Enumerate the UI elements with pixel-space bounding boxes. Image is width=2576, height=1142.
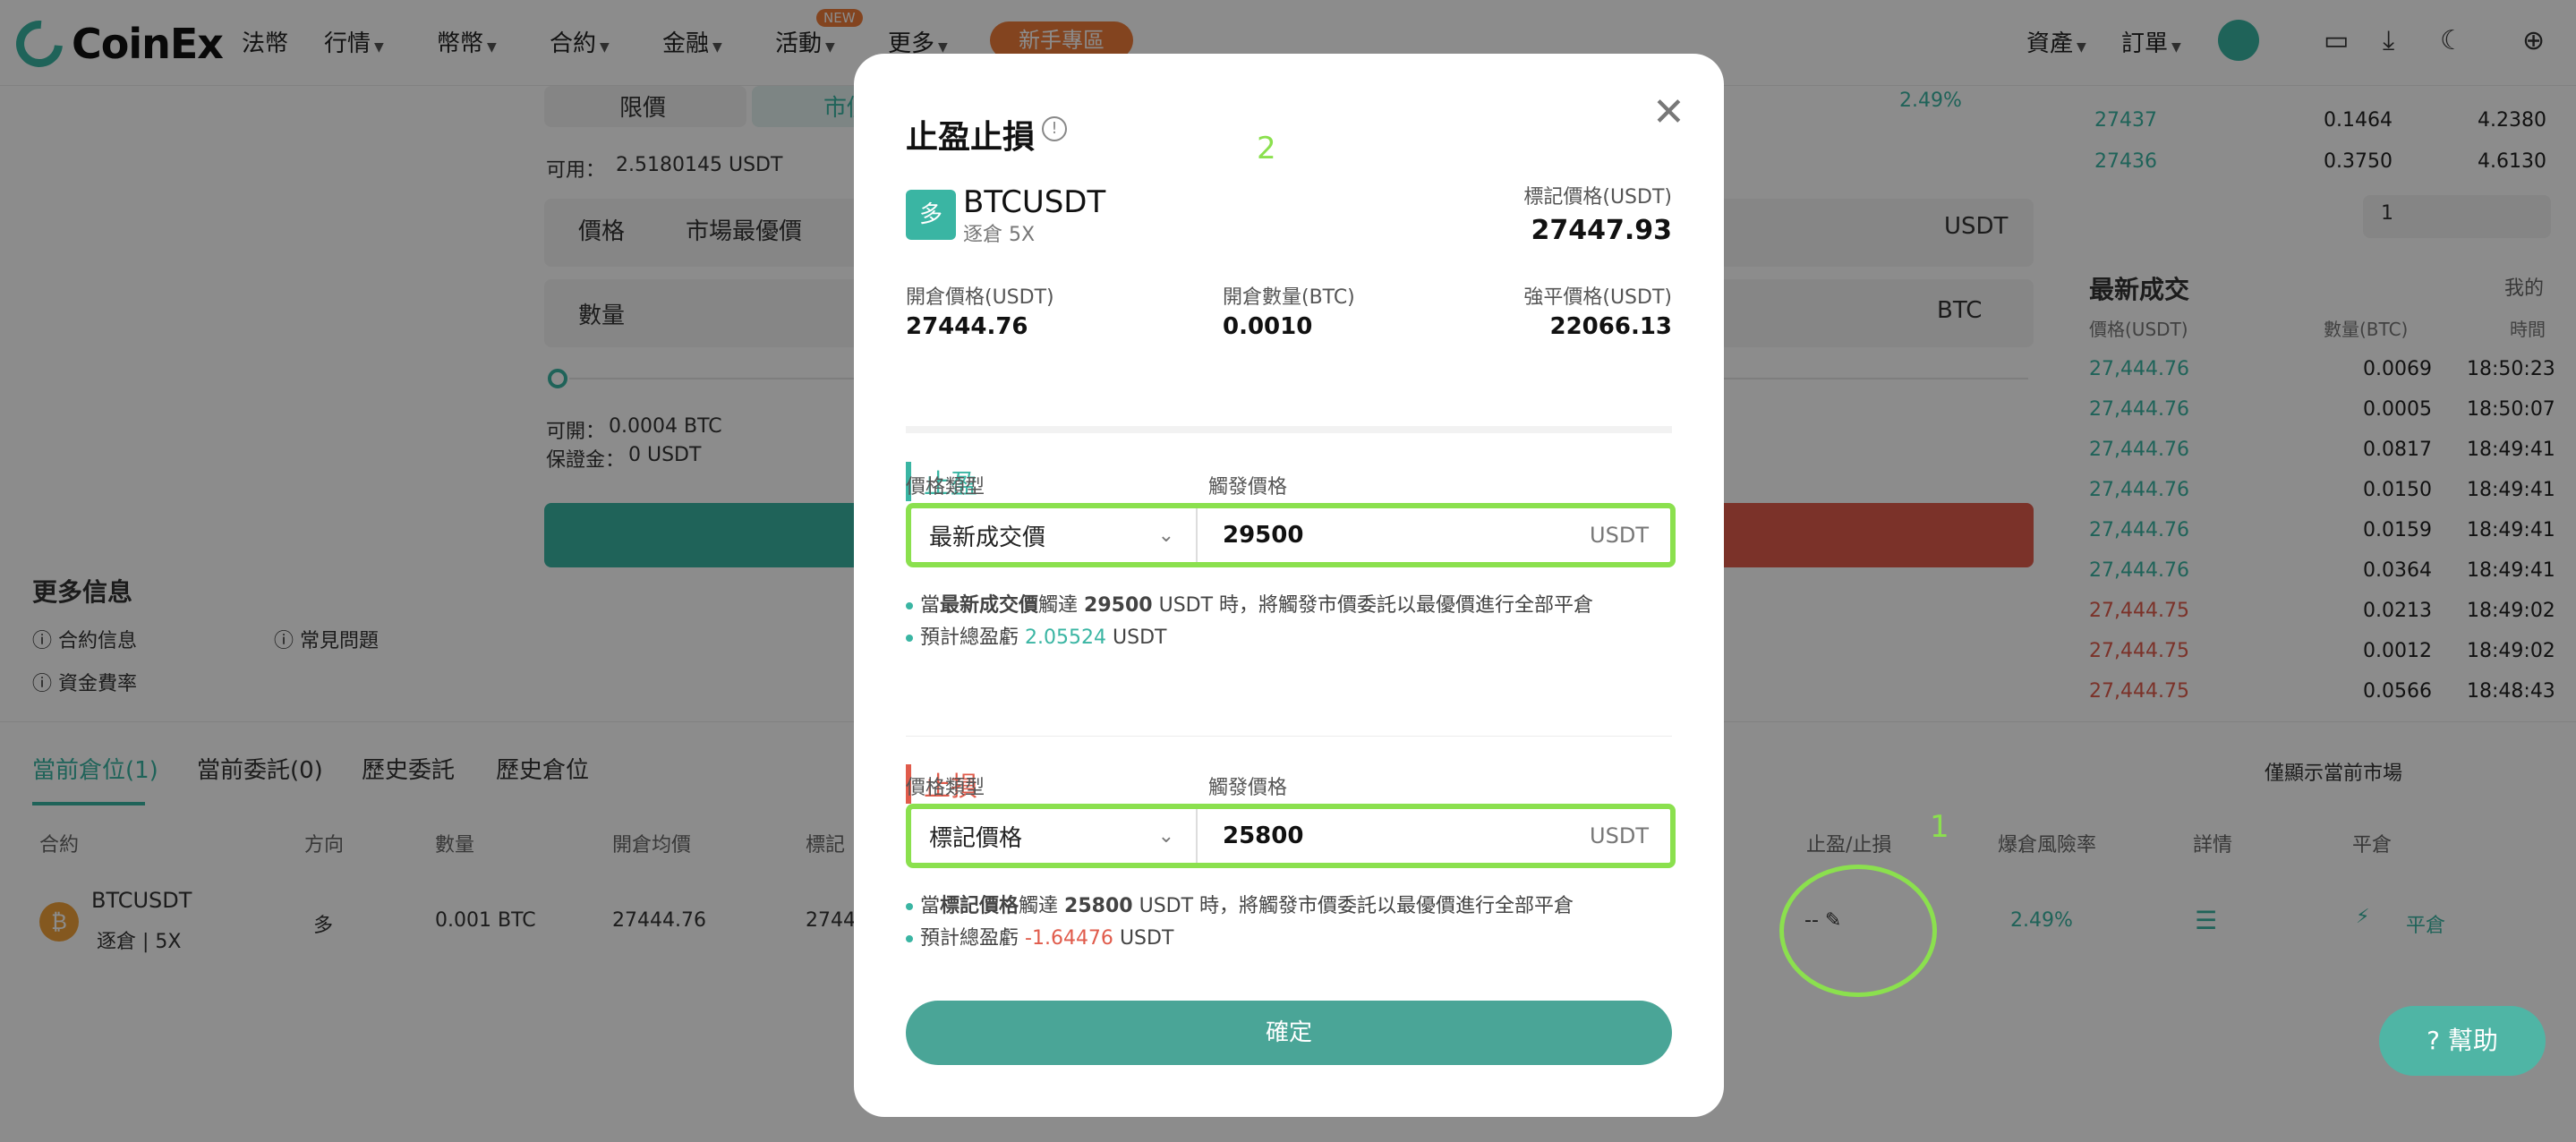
mark-price-label: 標記價格(USDT) (1523, 186, 1672, 209)
mark-price-value: 27447.93 (1531, 215, 1672, 246)
tp-pnl-unit: USDT (1113, 626, 1167, 649)
sl-field-row: 標記價格 ⌄ 25800 USDT (906, 804, 1676, 868)
tp-note-post: USDT 時，將觸發市價委託以最優價進行全部平倉 (1158, 594, 1594, 617)
sl-type-label: 價格類型 (906, 777, 985, 799)
confirm-button[interactable]: 確定 (906, 1001, 1672, 1065)
info-icon[interactable]: ! (1042, 116, 1067, 141)
tp-price-type-value: 最新成交價 (929, 524, 1046, 551)
tpsl-modal: 止盈止損 ! ✕ 多 BTCUSDT 逐倉 5X 標記價格(USDT) 2744… (854, 54, 1724, 1117)
tp-note: 當最新成交價觸達 29500 USDT 時，將觸發市價委託以最優價進行全部平倉 (906, 589, 1593, 618)
sl-unit: USDT (1590, 823, 1649, 848)
sl-pnl-label: 預計總盈虧 (920, 927, 1019, 950)
sl-note-pre: 當 (920, 895, 941, 917)
tp-unit: USDT (1590, 523, 1649, 548)
sl-note-post: USDT 時，將觸發市價委託以最優價進行全部平倉 (1139, 895, 1574, 917)
sl-pnl-value: -1.64476 (1025, 927, 1113, 950)
annotation-1: 1 (1930, 809, 1949, 845)
sl-note-mid: 觸達 (1019, 895, 1059, 917)
bullet-dot (906, 635, 913, 642)
annotation-circle (1779, 865, 1937, 997)
tp-trigger-value: 29500 (1223, 522, 1304, 549)
open-price-label: 開倉價格(USDT) (906, 286, 1054, 309)
chevron-down-icon: ⌄ (1157, 524, 1174, 547)
tp-trigger-label: 觸發價格 (1208, 476, 1288, 499)
open-qty-value: 0.0010 (1223, 313, 1313, 340)
modal-divider (906, 426, 1672, 433)
sl-note-value: 25800 (1064, 895, 1133, 917)
tp-pnl-value: 2.05524 (1025, 626, 1106, 649)
annotation-2: 2 (1257, 131, 1276, 166)
bullet-dot (906, 903, 913, 910)
sl-note: 當標記價格觸達 25800 USDT 時，將觸發市價委託以最優價進行全部平倉 (906, 890, 1574, 918)
chevron-down-icon: ⌄ (1157, 824, 1174, 848)
tp-type-label: 價格類型 (906, 476, 985, 499)
sl-pnl-unit: USDT (1119, 927, 1174, 950)
help-button[interactable]: ? 幫助 (2379, 1006, 2546, 1076)
section-divider (906, 736, 1672, 737)
sl-trigger-label: 觸發價格 (1208, 777, 1288, 799)
sl-trigger-value: 25800 (1223, 822, 1304, 849)
long-badge: 多 (906, 190, 956, 240)
question-icon: ? (2427, 1026, 2440, 1055)
open-qty-label: 開倉數量(BTC) (1223, 286, 1355, 309)
sl-trigger-input[interactable]: 25800 USDT (1198, 809, 1670, 863)
tp-field-row: 最新成交價 ⌄ 29500 USDT (906, 503, 1676, 567)
sl-price-type-select[interactable]: 標記價格 ⌄ (911, 809, 1198, 863)
sl-pnl: 預計總盈虧 -1.64476 USDT (906, 922, 1173, 950)
liq-price-value: 22066.13 (1549, 313, 1672, 340)
bullet-dot (906, 935, 913, 942)
tp-note-type: 最新成交價 (940, 594, 1039, 617)
modal-symbol: BTCUSDT (963, 184, 1106, 220)
tp-note-value: 29500 (1084, 594, 1153, 617)
modal-mode: 逐倉 5X (963, 224, 1036, 246)
sl-price-type-value: 標記價格 (929, 824, 1023, 852)
tp-note-mid: 觸達 (1038, 594, 1079, 617)
sl-note-type: 標記價格 (940, 895, 1019, 917)
tp-note-pre: 當 (920, 594, 941, 617)
tp-pnl: 預計總盈虧 2.05524 USDT (906, 621, 1166, 650)
help-label: 幫助 (2447, 1026, 2498, 1055)
tp-price-type-select[interactable]: 最新成交價 ⌄ (911, 508, 1198, 562)
bullet-dot (906, 602, 913, 609)
modal-title: 止盈止損 (906, 119, 1036, 156)
open-price-value: 27444.76 (906, 313, 1028, 340)
tp-trigger-input[interactable]: 29500 USDT (1198, 508, 1670, 562)
tp-pnl-label: 預計總盈虧 (920, 626, 1019, 649)
close-icon[interactable]: ✕ (1652, 89, 1685, 135)
liq-price-label: 強平價格(USDT) (1523, 286, 1672, 309)
